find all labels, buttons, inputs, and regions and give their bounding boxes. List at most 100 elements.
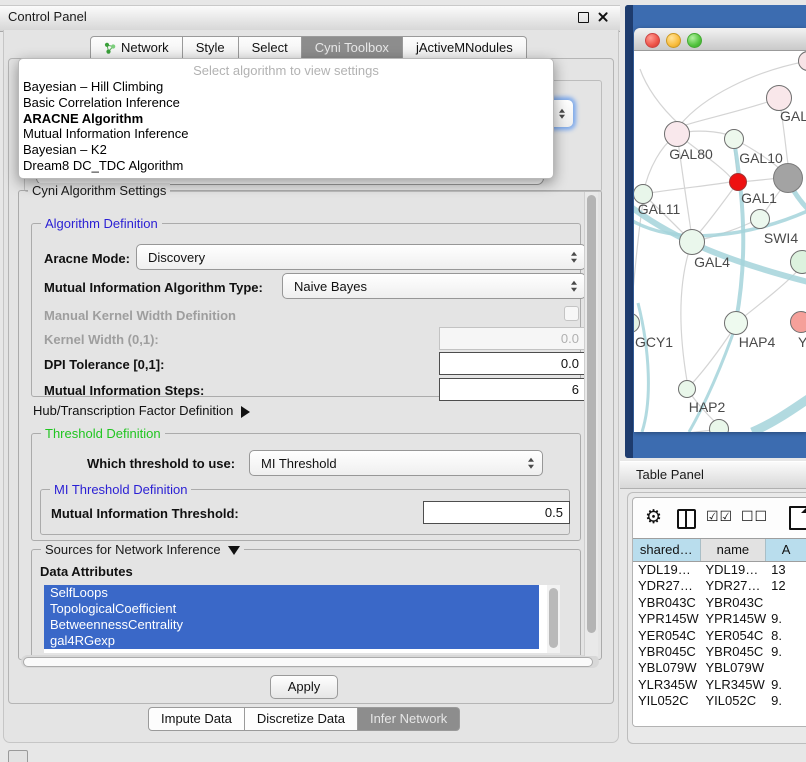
table-row[interactable]: YDR27…YDR27…12 (633, 578, 806, 594)
network-window[interactable]: GALGAL80GAL10GAL1GAL11GAL4SWI4GCY1HAP4YH… (634, 28, 806, 432)
network-node-gal1[interactable] (729, 173, 747, 191)
algorithm-option[interactable]: Basic Correlation Inference (19, 95, 553, 111)
algorithm-option[interactable]: Bayesian – K2 (19, 142, 553, 158)
table-cell: YLR345W (701, 677, 767, 693)
docked-panel-icon[interactable] (8, 750, 28, 762)
attributes-scrollbar-thumb[interactable] (549, 588, 558, 648)
network-node-hap4[interactable] (724, 311, 748, 335)
close-icon[interactable] (597, 11, 609, 23)
select-all-checkboxes-icon[interactable]: ☑☑ (706, 509, 733, 525)
settings-horizontal-scrollbar[interactable] (21, 655, 599, 668)
table-row[interactable]: YIL052CYIL052C9. (633, 693, 806, 709)
dpi-tolerance-field[interactable]: 0.0 (439, 352, 586, 375)
network-node-hap2[interactable] (678, 380, 696, 398)
node-label: HAP4 (739, 334, 776, 350)
cyni-algorithm-settings-group: Cyni Algorithm Settings Algorithm Defini… (18, 190, 602, 660)
window-zoom-icon[interactable] (687, 33, 702, 48)
table-cell: 9. (766, 644, 806, 660)
float-window-icon[interactable] (578, 12, 589, 23)
gear-icon[interactable]: ⚙ (645, 506, 662, 528)
table-header-row: shared…nameA (633, 539, 806, 562)
sources-expander[interactable]: Sources for Network Inference (41, 542, 244, 557)
tab-infer-network[interactable]: Infer Network (358, 707, 460, 731)
aracne-mode-label: Aracne Mode: (44, 251, 130, 266)
network-node-gal4[interactable] (679, 229, 705, 255)
table-row[interactable]: YER054CYER054C8. (633, 628, 806, 644)
export-table-icon[interactable] (789, 506, 806, 530)
table-cell: 9. (766, 677, 806, 693)
table-column-header[interactable]: shared… (633, 539, 701, 561)
tab-discretize-data[interactable]: Discretize Data (245, 707, 358, 731)
data-attributes-items: SelfLoopsTopologicalCoefficientBetweenne… (44, 585, 560, 649)
mi-steps-field[interactable]: 6 (439, 378, 586, 401)
network-node[interactable] (709, 419, 729, 432)
table-cell: YBR045C (701, 644, 767, 660)
tab-cyni-toolbox[interactable]: Cyni Toolbox (302, 36, 403, 60)
algorithm-option[interactable]: Dream8 DC_TDC Algorithm (19, 158, 553, 174)
network-node[interactable] (773, 163, 803, 193)
data-attributes-list[interactable]: SelfLoopsTopologicalCoefficientBetweenne… (44, 585, 560, 653)
node-table: shared…nameA YDL19…YDL19…13YDR27…YDR27…1… (633, 538, 806, 727)
data-attributes-label: Data Attributes (40, 564, 133, 579)
screen: Control Panel Network Style Select Cyni … (0, 0, 806, 762)
table-row[interactable]: YDL19…YDL19…13 (633, 562, 806, 578)
data-attribute-item[interactable]: gal4RGexp (44, 633, 539, 649)
tab-style[interactable]: Style (183, 36, 239, 60)
table-cell: YBR043C (633, 595, 701, 611)
network-node-gal80[interactable] (664, 121, 690, 147)
table-row[interactable]: YBR043CYBR043C (633, 595, 806, 611)
column-layout-icon[interactable] (677, 509, 696, 529)
table-cell: 9. (766, 611, 806, 627)
window-close-icon[interactable] (645, 33, 660, 48)
node-label: GAL4 (694, 254, 730, 270)
window-minimize-icon[interactable] (666, 33, 681, 48)
which-threshold-combobox[interactable]: MI Threshold (249, 450, 543, 476)
mi-threshold-field[interactable]: 0.5 (423, 501, 570, 524)
hub-definition-expander[interactable]: Hub/Transcription Factor Definition (33, 403, 250, 418)
settings-vscroll-thumb[interactable] (587, 195, 596, 633)
algorithm-option[interactable]: Mutual Information Inference (19, 126, 553, 142)
algorithm-option[interactable]: Bayesian – Hill Climbing (19, 79, 553, 95)
settings-hscroll-thumb[interactable] (23, 657, 593, 667)
algorithm-option[interactable]: ARACNE Algorithm (19, 111, 553, 127)
mi-algorithm-type-combobox[interactable]: Naive Bayes (282, 273, 586, 299)
data-attribute-item[interactable]: BetweennessCentrality (44, 617, 539, 633)
network-canvas[interactable]: GALGAL80GAL10GAL1GAL11GAL4SWI4GCY1HAP4YH… (634, 51, 806, 432)
network-node-swi4[interactable] (750, 209, 770, 229)
kernel-width-field[interactable]: 0.0 (439, 327, 586, 350)
deselect-all-checkboxes-icon[interactable]: ☐☐ (741, 509, 768, 525)
sources-title: Sources for Network Inference (45, 542, 221, 557)
settings-vertical-scrollbar[interactable] (584, 192, 598, 656)
manual-kernel-width-checkbox[interactable] (564, 306, 579, 321)
tab-network[interactable]: Network (90, 36, 183, 60)
table-row[interactable]: YBL079WYBL079W (633, 660, 806, 676)
data-attribute-item[interactable]: TopologicalCoefficient (44, 601, 539, 617)
aracne-mode-combobox[interactable]: Discovery (136, 244, 586, 270)
node-label: GAL10 (739, 150, 783, 166)
table-column-header[interactable]: name (701, 539, 767, 561)
tab-select[interactable]: Select (239, 36, 302, 60)
apply-button[interactable]: Apply (270, 675, 338, 699)
tab-jactivemnodules[interactable]: jActiveMNodules (403, 36, 527, 60)
combo-spinner-icon (571, 252, 577, 263)
network-window-titlebar[interactable] (634, 28, 806, 51)
table-cell: YBL079W (633, 660, 701, 676)
network-node-gal10[interactable] (724, 129, 744, 149)
table-column-header[interactable]: A (766, 539, 806, 561)
table-row[interactable]: YLR345WYLR345W9. (633, 677, 806, 693)
table-cell (766, 660, 806, 676)
table-cell: 8. (766, 628, 806, 644)
mi-threshold-definition-title: MI Threshold Definition (50, 482, 191, 497)
tab-impute-data[interactable]: Impute Data (148, 707, 245, 731)
node-label: GAL (780, 108, 806, 124)
cyni-bottom-tabbar: Impute Data Discretize Data Infer Networ… (148, 707, 460, 729)
table-row[interactable]: YBR045CYBR045C9. (633, 644, 806, 660)
table-cell: YDL19… (701, 562, 767, 578)
mi-threshold-label: Mutual Information Threshold: (51, 506, 239, 521)
table-row[interactable]: YPR145WYPR145W9. (633, 611, 806, 627)
data-attribute-item[interactable]: SelfLoops (44, 585, 539, 601)
attributes-scrollbar[interactable] (547, 585, 560, 653)
node-label: HAP2 (689, 399, 726, 415)
node-label: GAL1 (741, 190, 777, 206)
network-node-y[interactable] (790, 311, 806, 333)
